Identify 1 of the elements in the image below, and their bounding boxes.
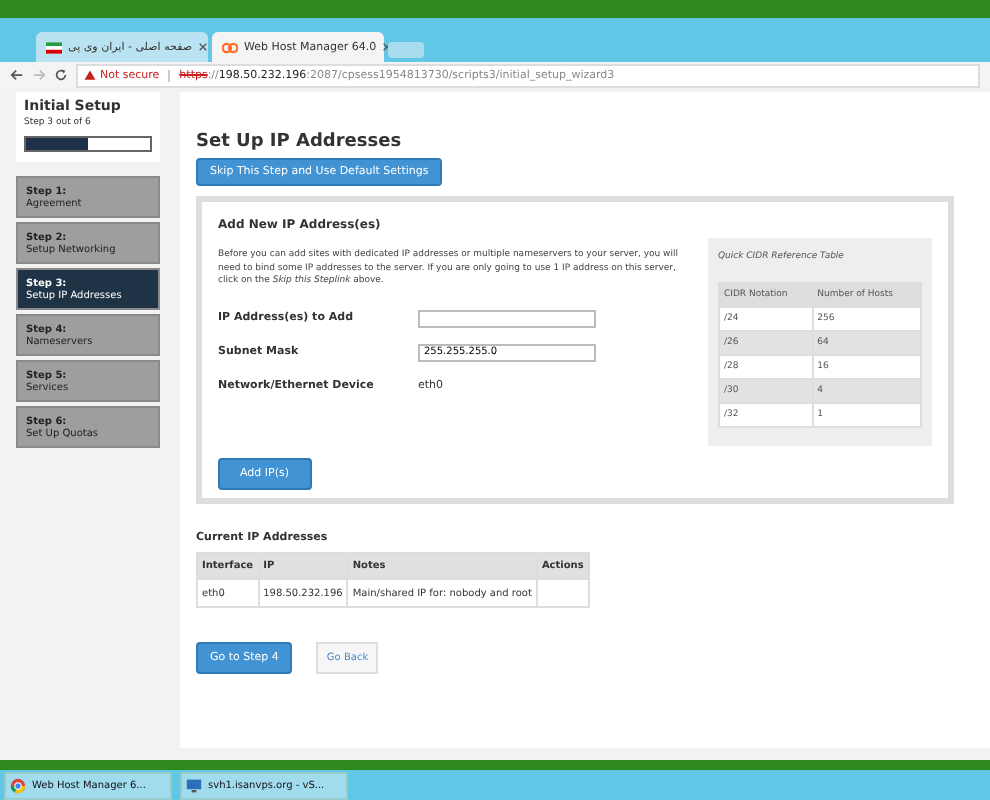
page-title: Set Up IP Addresses	[196, 132, 402, 152]
